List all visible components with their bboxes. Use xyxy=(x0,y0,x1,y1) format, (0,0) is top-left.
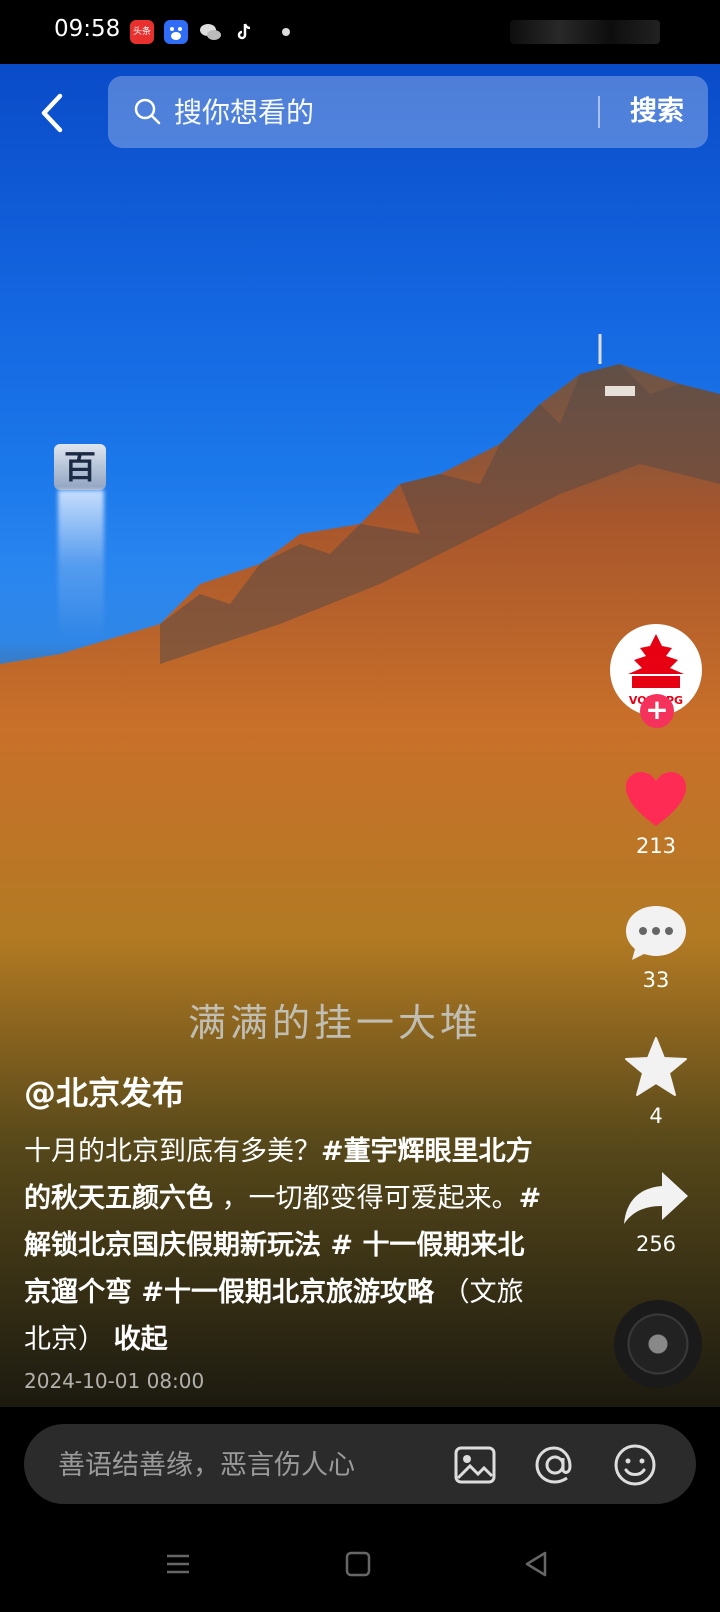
search-input[interactable] xyxy=(172,91,596,133)
platform-watermark: 百 xyxy=(54,444,110,644)
comment-bar xyxy=(24,1424,696,1504)
home-icon[interactable] xyxy=(344,1550,372,1578)
music-disc[interactable] xyxy=(614,1300,702,1388)
image-icon[interactable] xyxy=(452,1442,498,1488)
emoji-icon[interactable] xyxy=(612,1442,658,1488)
collapse-link[interactable]: 收起 xyxy=(114,1324,168,1355)
tiktok-icon xyxy=(232,20,256,44)
post-timestamp: 2024-10-01 08:00 xyxy=(24,1369,205,1393)
video-subtitle: 满满的挂一大堆 xyxy=(188,1001,483,1045)
watermark-char: 百 xyxy=(54,444,106,490)
back-button[interactable] xyxy=(32,88,72,138)
toutiao-icon: 头条 xyxy=(130,20,154,44)
comment-icon xyxy=(626,906,686,960)
share-button[interactable]: 256 xyxy=(608,1170,704,1256)
post-info: @北京发布 十月的北京到底有多美？#董宇辉眼里北方的秋天五颜六色 ，一切都变得可… xyxy=(24,1068,544,1393)
caption-text: 十月的北京到底有多美？ xyxy=(24,1136,321,1167)
heart-icon xyxy=(626,772,686,826)
hashtag-separator: # xyxy=(321,1230,363,1261)
post-caption: 十月的北京到底有多美？#董宇辉眼里北方的秋天五颜六色 ，一切都变得可爱起来。#解… xyxy=(24,1128,544,1363)
follow-button[interactable]: + xyxy=(640,694,674,728)
back-triangle-icon[interactable] xyxy=(522,1550,550,1578)
wechat-icon xyxy=(198,20,222,44)
share-count: 256 xyxy=(635,1232,677,1256)
hashtag-link[interactable]: #十一假期北京旅游攻略 xyxy=(132,1277,434,1308)
comment-input[interactable] xyxy=(56,1442,460,1488)
status-bar: 09:58 头条 xyxy=(0,0,720,64)
search-icon xyxy=(134,98,161,125)
notification-dot-icon xyxy=(282,28,290,36)
system-nav-bar xyxy=(0,1520,720,1612)
caption-text: ，一切都变得可爱起来。 xyxy=(213,1183,519,1214)
search-divider xyxy=(598,96,600,128)
menu-icon[interactable] xyxy=(164,1550,192,1578)
status-indicators xyxy=(510,20,660,44)
favorite-button[interactable]: 4 xyxy=(608,1036,704,1128)
author-name[interactable]: @北京发布 xyxy=(24,1068,544,1114)
baidu-icon xyxy=(164,20,188,44)
search-bar[interactable]: 搜索 xyxy=(108,76,708,148)
search-button[interactable]: 搜索 xyxy=(614,90,700,134)
share-icon xyxy=(624,1172,688,1224)
mention-icon[interactable] xyxy=(532,1442,578,1488)
chevron-left-icon xyxy=(41,93,63,133)
status-time: 09:58 xyxy=(54,16,121,42)
comment-button[interactable]: 33 xyxy=(608,904,704,992)
comment-count: 33 xyxy=(642,968,670,992)
like-count: 213 xyxy=(635,834,677,858)
star-icon xyxy=(625,1037,687,1096)
watermark-trail xyxy=(58,490,104,640)
favorite-count: 4 xyxy=(649,1104,663,1128)
like-button[interactable]: 213 xyxy=(608,770,704,858)
